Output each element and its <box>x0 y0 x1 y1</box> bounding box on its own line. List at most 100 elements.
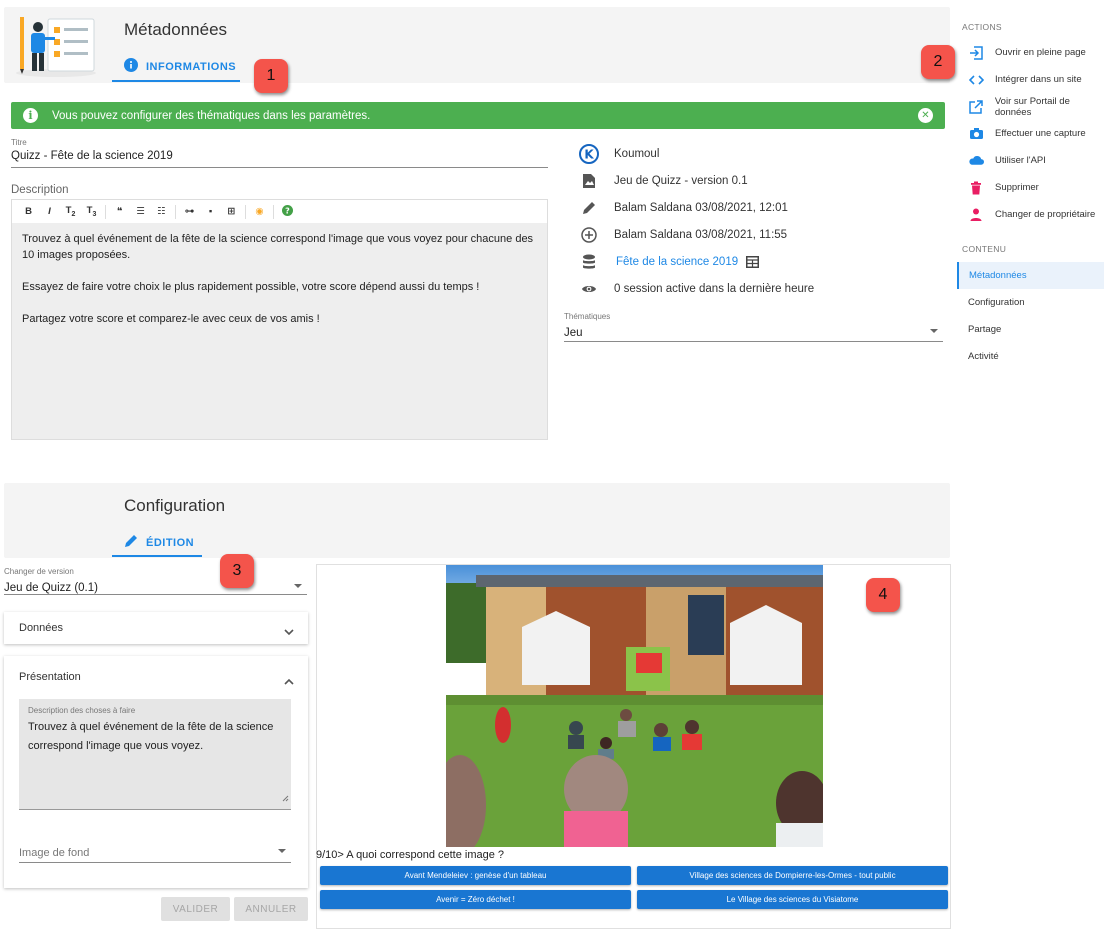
title-field-label: Titre <box>11 138 27 147</box>
panel-presentation: Présentation Description des choses à fa… <box>4 656 308 888</box>
description-paragraph: Partagez votre score et comparez-le avec… <box>22 313 320 325</box>
content-nav: Métadonnées Configuration Partage Activi… <box>957 262 1104 370</box>
validate-button[interactable]: VALIDER <box>161 897 230 921</box>
version-select[interactable]: Jeu de Quizz (0.1) <box>4 578 307 595</box>
svg-text:K: K <box>584 147 594 161</box>
action-capture[interactable]: Effectuer une capture <box>968 120 1108 147</box>
trash-icon <box>968 180 984 196</box>
link-button[interactable]: ⊶ <box>179 206 200 217</box>
todo-textarea[interactable]: Description des choses à faire Trouvez à… <box>19 699 291 810</box>
answer-button[interactable]: Avenir = Zéro déchet ! <box>320 890 631 909</box>
external-link-icon <box>968 99 984 115</box>
background-image-select[interactable]: Image de fond <box>19 843 291 863</box>
resize-handle-icon[interactable] <box>282 789 289 807</box>
pencil-icon <box>579 198 599 218</box>
answer-button[interactable]: Le Village des sciences du Visiatome <box>637 890 948 909</box>
topics-select[interactable]: Jeu <box>564 323 943 342</box>
content-nav-configuration[interactable]: Configuration <box>957 289 1104 316</box>
chevron-up-icon[interactable] <box>284 672 294 690</box>
plus-circle-icon <box>579 225 599 245</box>
description-label: Description <box>11 184 69 196</box>
heading3-button[interactable]: T3 <box>81 205 102 218</box>
metadata-title: Métadonnées <box>124 20 228 39</box>
chevron-down-icon <box>294 584 302 588</box>
todo-field-label: Description des choses à faire <box>28 706 136 715</box>
panel-donnees[interactable]: Données <box>4 612 308 644</box>
panel-title: Données <box>19 622 64 634</box>
numbered-list-button[interactable]: ☷ <box>151 206 172 217</box>
annotation-badge-1: 1 <box>254 59 288 93</box>
action-delete[interactable]: Supprimer <box>968 174 1108 201</box>
action-change-owner[interactable]: Changer de propriétaire <box>968 201 1108 228</box>
tab-edition[interactable]: ÉDITION <box>124 534 194 551</box>
annotation-badge-4: 4 <box>866 578 900 612</box>
info-icon <box>124 58 138 75</box>
bold-button[interactable]: B <box>18 206 39 217</box>
quiz-question: 9/10> A quoi correspond cette image ? <box>316 849 505 861</box>
description-paragraph: Trouvez à quel événement de la fête de l… <box>22 233 534 261</box>
eye-icon <box>579 279 599 299</box>
chevron-down-icon <box>930 329 938 333</box>
todo-field-value: Trouvez à quel événement de la fête de l… <box>28 721 274 752</box>
action-open-full-page[interactable]: Ouvrir en pleine page <box>968 39 1108 66</box>
action-portal[interactable]: Voir sur Portail de données <box>968 93 1108 120</box>
table-icon[interactable] <box>746 255 760 268</box>
description-editor[interactable]: Trouvez à quel événement de la fête de l… <box>11 223 548 440</box>
image-button[interactable]: ▪ <box>200 206 221 217</box>
code-icon <box>968 72 984 88</box>
version-value: Jeu de Quizz (0.1) <box>4 582 98 594</box>
info-owner: K Koumoul <box>579 140 939 167</box>
action-embed[interactable]: Intégrer dans un site <box>968 66 1108 93</box>
info-alert: i Vous pouvez configurer des thématiques… <box>11 102 945 129</box>
info-sessions: 0 session active dans la dernière heure <box>579 275 939 302</box>
cancel-button[interactable]: ANNULER <box>234 897 308 921</box>
close-icon[interactable]: ✕ <box>918 108 933 123</box>
description-paragraph: Essayez de faire votre choix le plus rap… <box>22 281 480 293</box>
camera-icon <box>968 126 984 142</box>
italic-button[interactable]: I <box>39 206 60 217</box>
quote-button[interactable]: ❝ <box>109 206 130 217</box>
version-field-label: Changer de version <box>4 567 74 576</box>
chevron-down-icon <box>284 623 294 641</box>
title-field[interactable]: Quizz - Fête de la science 2019 <box>11 150 548 168</box>
content-nav-sharing[interactable]: Partage <box>957 316 1104 343</box>
help-icon[interactable]: ? <box>277 204 298 219</box>
bullet-list-button[interactable]: ☰ <box>130 206 151 217</box>
database-icon <box>579 252 599 272</box>
dataset-link[interactable]: Fête de la science 2019 <box>616 256 738 268</box>
info-app: Jeu de Quizz - version 0.1 <box>579 167 939 194</box>
info-list: K Koumoul Jeu de Quizz - version 0.1 Bal… <box>579 140 939 302</box>
content-heading: CONTENU <box>962 244 1007 254</box>
tab-label: INFORMATIONS <box>146 60 237 73</box>
actions-list: Ouvrir en pleine page Intégrer dans un s… <box>968 39 1108 228</box>
cloud-icon <box>968 153 984 169</box>
panel-title: Présentation <box>19 671 81 683</box>
answer-button[interactable]: Village des sciences de Dompierre-les-Or… <box>637 866 948 885</box>
topics-field-label: Thématiques <box>564 312 611 321</box>
open-full-page-icon <box>968 45 984 61</box>
action-api[interactable]: Utiliser l'API <box>968 147 1108 174</box>
table-button[interactable]: ⊞ <box>221 206 242 217</box>
tab-informations[interactable]: INFORMATIONS <box>124 58 236 75</box>
tab-underline <box>112 555 202 557</box>
tab-label: ÉDITION <box>146 536 195 549</box>
pencil-icon <box>124 534 138 551</box>
preview-eye-icon[interactable]: ◉ <box>249 206 270 217</box>
content-nav-activity[interactable]: Activité <box>957 343 1104 370</box>
person-icon <box>968 207 984 223</box>
alert-info-icon: i <box>23 108 38 123</box>
heading2-button[interactable]: T2 <box>60 205 81 218</box>
configuration-title: Configuration <box>124 496 226 515</box>
annotation-badge-2: 2 <box>921 45 955 79</box>
answer-button[interactable]: Avant Mendeleiev : genèse d'un tableau <box>320 866 631 885</box>
content-nav-metadata[interactable]: Métadonnées <box>957 262 1104 289</box>
actions-heading: ACTIONS <box>962 22 1002 32</box>
info-dataset: Fête de la science 2019 <box>579 248 939 275</box>
quiz-photo <box>446 565 823 847</box>
image-file-icon <box>579 171 599 191</box>
background-image-placeholder: Image de fond <box>19 847 90 859</box>
svg-text:?: ? <box>285 206 290 215</box>
alert-text: Vous pouvez configurer des thématiques d… <box>52 109 371 122</box>
koumoul-logo-icon: K <box>579 143 599 164</box>
chevron-down-icon <box>278 849 286 853</box>
